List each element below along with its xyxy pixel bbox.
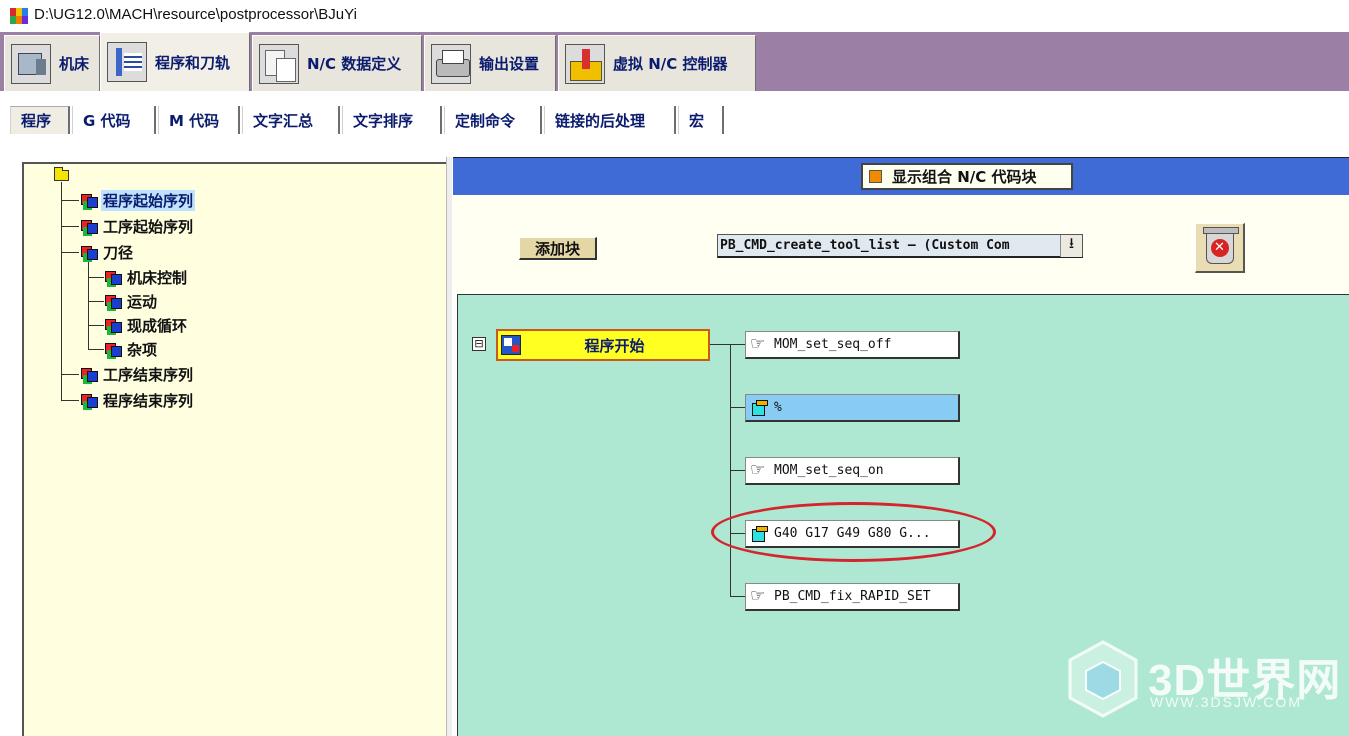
hand-pointer-icon [750,334,768,354]
block-type-select[interactable]: PB_CMD_create_tool_list — (Custom Com ⭳ [717,234,1083,258]
checkbox-indicator [869,170,882,183]
block-mom-set-seq-off[interactable]: MOM_set_seq_off [745,331,960,359]
tree-item-motion[interactable]: 运动 [104,290,159,312]
block-label: MOM_set_seq_off [774,337,892,352]
tree-item-label: 杂项 [127,340,158,359]
tab-virtual-nc-controller[interactable]: 虚拟 N/C 控制器 [558,35,756,91]
display-combined-label: 显示组合 N/C 代码块 [892,168,1037,186]
subtab-linked-posts[interactable]: 链接的后处理 [544,106,676,134]
machine-icon [11,43,51,84]
event-icon [501,335,521,355]
event-label: 程序开始 [584,336,645,355]
tab-program-toolpath[interactable]: 程序和刀轨 [100,32,250,91]
tab-machine-label: 机床 [59,55,90,73]
main-tab-strip: 机床 程序和刀轨 N/C 数据定义 输出设置 虚拟 N/C 控制器 [0,32,1349,91]
tree-item-canned-cycles[interactable]: 现成循环 [104,314,189,336]
tree-item-machine-control[interactable]: 机床控制 [104,266,189,288]
sequence-cube-icon [80,243,98,261]
sequence-cube-icon [80,217,98,235]
tree-item-toolpath[interactable]: 刀径 [80,241,135,263]
subtab-word-sequencing[interactable]: 文字排序 [342,106,442,134]
tree-item-operation-end-sequence[interactable]: 工序结束序列 [80,363,195,385]
program-toolpath-icon [107,42,147,82]
block-pb-cmd-fix-rapid-set[interactable]: PB_CMD_fix_RAPID_SET [745,583,960,611]
block-label: % [774,400,782,415]
event-program-start[interactable]: 程序开始 [496,329,710,361]
block-label: MOM_set_seq_on [774,463,884,478]
window-title: D:\UG12.0\MACH\resource\postprocessor\BJ… [34,6,357,23]
tab-nc-data-definition[interactable]: N/C 数据定义 [252,35,422,91]
tab-nc-data-label: N/C 数据定义 [307,55,402,73]
tree-item-miscellaneous[interactable]: 杂项 [104,338,159,360]
dropdown-arrow-icon[interactable]: ⭳ [1060,234,1082,257]
sequence-tree-panel: 程序起始序列 工序起始序列 刀径 机床控制 运动 现成循环 杂项 工序结束序列 … [22,162,446,736]
block-mom-set-seq-on[interactable]: MOM_set_seq_on [745,457,960,485]
sequence-cube-icon [80,191,98,209]
tab-program-toolpath-label: 程序和刀轨 [155,53,231,72]
tree-item-label: 工序结束序列 [103,365,194,384]
tab-output-settings-label: 输出设置 [479,55,540,73]
sequence-cube-icon [104,292,122,310]
block-cube-icon [750,399,768,416]
tree-item-label: 运动 [127,292,158,311]
sequence-cube-icon [104,340,122,358]
sequence-cube-icon [104,316,122,334]
block-g40-g17-g49-g80[interactable]: G40 G17 G49 G80 G... [745,520,960,548]
tree-item-label: 程序结束序列 [103,391,194,410]
sequence-tree: 程序起始序列 工序起始序列 刀径 机床控制 运动 现成循环 杂项 工序结束序列 … [24,164,444,734]
tab-output-settings[interactable]: 输出设置 [424,35,556,91]
block-cube-icon [750,525,768,542]
subtab-word-summary[interactable]: 文字汇总 [242,106,340,134]
nc-data-icon [259,43,299,84]
app-logo-icon [10,8,28,24]
postbuilder-window: D:\UG12.0\MACH\resource\postprocessor\BJ… [0,0,1349,736]
subtab-g-code[interactable]: G 代码 [72,106,156,134]
hand-pointer-icon [750,586,768,606]
add-block-button[interactable]: 添加块 [519,237,597,260]
tree-item-label: 工序起始序列 [103,217,194,236]
title-bar: D:\UG12.0\MACH\resource\postprocessor\BJ… [0,0,1349,32]
sub-tab-strip: 程序 G 代码 M 代码 文字汇总 文字排序 定制命令 链接的后处理 宏 [0,91,1349,145]
tree-item-program-start-sequence[interactable]: 程序起始序列 [80,189,196,211]
display-combined-nc-blocks-checkbox[interactable]: 显示组合 N/C 代码块 [861,163,1073,190]
sequence-cube-icon [80,391,98,409]
sequence-cube-icon [80,365,98,383]
trash-delete-button[interactable]: ✕ [1195,223,1245,273]
subtab-macro[interactable]: 宏 [678,106,724,134]
block-label: G40 G17 G49 G80 G... [774,526,931,541]
block-type-select-value: PB_CMD_create_tool_list — (Custom Com [720,238,1010,253]
tree-item-label: 现成循环 [127,316,188,335]
tree-item-label: 程序起始序列 [101,189,196,211]
printer-icon [431,43,471,84]
tab-machine[interactable]: 机床 [4,35,100,91]
block-label: PB_CMD_fix_RAPID_SET [774,589,931,604]
folder-icon [54,167,69,181]
subtab-program[interactable]: 程序 [10,106,70,134]
hand-pointer-icon [750,460,768,480]
subtab-m-code[interactable]: M 代码 [158,106,240,134]
tree-item-operation-start-sequence[interactable]: 工序起始序列 [80,215,195,237]
trash-delete-icon: ✕ [1202,226,1239,264]
tab-virtual-nc-label: 虚拟 N/C 控制器 [613,55,728,73]
block-percent[interactable]: % [745,394,960,422]
panel-splitter[interactable] [446,157,452,736]
collapse-toggle[interactable]: ⊟ [472,337,486,351]
tree-item-label: 机床控制 [127,268,188,287]
tree-item-program-end-sequence[interactable]: 程序结束序列 [80,389,195,411]
virtual-controller-icon [565,43,605,84]
sequence-cube-icon [104,268,122,286]
subtab-custom-command[interactable]: 定制命令 [444,106,542,134]
tree-item-label: 刀径 [103,243,134,262]
